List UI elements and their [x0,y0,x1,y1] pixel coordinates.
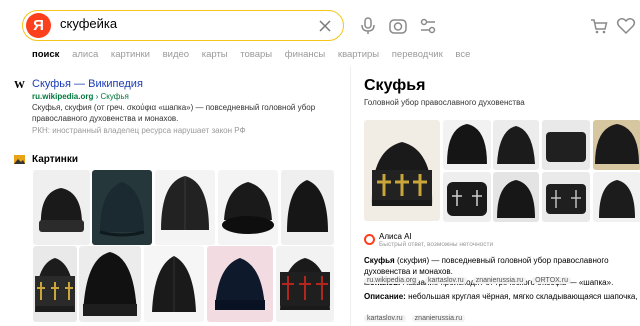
camera-search-icon[interactable] [388,16,408,36]
filters-icon[interactable] [418,16,438,36]
hat-image [83,252,137,316]
tab-products[interactable]: товары [240,49,272,60]
image-thumbnail[interactable] [79,246,141,322]
tab-maps[interactable]: карты [202,49,228,60]
image-thumbnail[interactable] [218,170,278,245]
wikipedia-icon: W [14,79,25,91]
hat-image [497,180,535,218]
search-results-page: Я скуфейка поиск алиса картинки видео ка… [0,0,640,326]
result-url-path[interactable]: › Скуфья [96,92,129,101]
panel-subtitle: Головной убор православного духовенства [364,98,525,107]
source-link[interactable]: znanierussia.ru [411,315,466,322]
tab-all[interactable]: все [455,49,470,60]
alice-ai-name: Алиса AI [379,232,412,241]
tab-search[interactable]: поиск [32,49,59,60]
hat-image [447,124,487,164]
alice-ai-disclaimer: Быстрый ответ, возможны неточности [379,241,494,248]
hat-image [447,182,487,216]
tab-translator[interactable]: переводчик [392,49,443,60]
header: Я скуфейка поиск алиса картинки видео ка… [0,0,640,70]
hat-image [35,258,75,312]
hat-image [222,182,274,234]
tab-video[interactable]: видео [163,49,189,60]
hat-image [546,184,586,214]
hat-image [215,258,265,310]
yandex-logo[interactable]: Я [26,13,51,38]
image-thumbnail[interactable] [276,246,334,322]
source-link[interactable]: kartaslov.ru [364,315,406,322]
tab-images[interactable]: картинки [111,49,150,60]
description-text: небольшая круглая чёрная, мягко складыва… [408,292,640,301]
image-thumbnail[interactable] [33,246,77,322]
image-thumbnail[interactable] [33,170,90,245]
image-thumbnail[interactable] [281,170,334,245]
rkn-warning: РКН: иностранный владелец ресурса наруша… [32,126,246,135]
panel-image[interactable] [542,120,590,170]
tab-alice[interactable]: алиса [72,49,98,60]
hat-image [99,182,145,237]
result-title-link[interactable]: Скуфья — Википедия [32,78,143,90]
image-thumbnail[interactable] [144,246,204,322]
result-url[interactable]: ru.wikipedia.org › Скуфья [32,92,129,101]
cart-icon[interactable] [589,16,609,36]
panel-image[interactable] [364,120,440,221]
hat-image [497,126,535,164]
images-section-title[interactable]: Картинки [32,154,78,165]
panel-image[interactable] [542,172,590,222]
source-link[interactable]: kartaslov.ru [425,277,467,284]
search-input[interactable]: скуфейка [60,16,117,31]
image-thumbnail[interactable] [155,170,215,245]
source-link[interactable]: ORTOX.ru [532,277,571,284]
description-sources: kartaslov.ru znanierussia.ru [364,315,471,322]
panel-image[interactable] [493,172,539,222]
tab-apartments[interactable]: квартиры [338,49,379,60]
hat-image [546,132,586,162]
panel-image[interactable] [593,172,640,222]
hat-image [39,188,84,232]
source-link[interactable]: znanierussia.ru [472,277,527,284]
hat-image [280,258,330,310]
hat-image [595,124,639,164]
answer-text: (скуфия) — повседневный головной убор пр… [364,256,609,276]
hat-image [152,256,196,312]
answer-sources: ru.wikipedia.org kartaslov.ru znanierussia… [364,277,577,284]
image-thumbnail[interactable] [92,170,152,245]
microphone-icon[interactable] [358,16,378,36]
clear-icon[interactable] [315,16,335,36]
panel-image[interactable] [443,172,491,222]
hat-image [371,142,433,206]
description-label: Описание: [364,292,406,301]
answer-term: Скуфья [364,256,395,265]
hat-image [599,180,635,218]
result-snippet: Скуфья, скуфия (от греч. σκούφια «шапка»… [32,103,316,123]
images-icon [14,155,25,164]
result-url-host[interactable]: ru.wikipedia.org [32,92,93,101]
panel-image[interactable] [443,120,491,170]
knowledge-panel: Скуфья Головной убор православного духов… [350,66,640,326]
panel-image[interactable] [493,120,539,170]
tab-finance[interactable]: финансы [285,49,325,60]
alice-ai-icon [364,234,375,245]
hat-image [161,176,209,230]
favorites-icon[interactable] [616,16,636,36]
hat-image [287,180,328,232]
answer-description: Описание: небольшая круглая чёрная, мягк… [364,291,640,302]
image-thumbnail[interactable] [207,246,273,322]
search-tabs: поиск алиса картинки видео карты товары … [32,49,480,63]
source-link[interactable]: ru.wikipedia.org [364,277,420,284]
panel-image[interactable] [593,120,640,170]
panel-title: Скуфья [364,77,426,94]
